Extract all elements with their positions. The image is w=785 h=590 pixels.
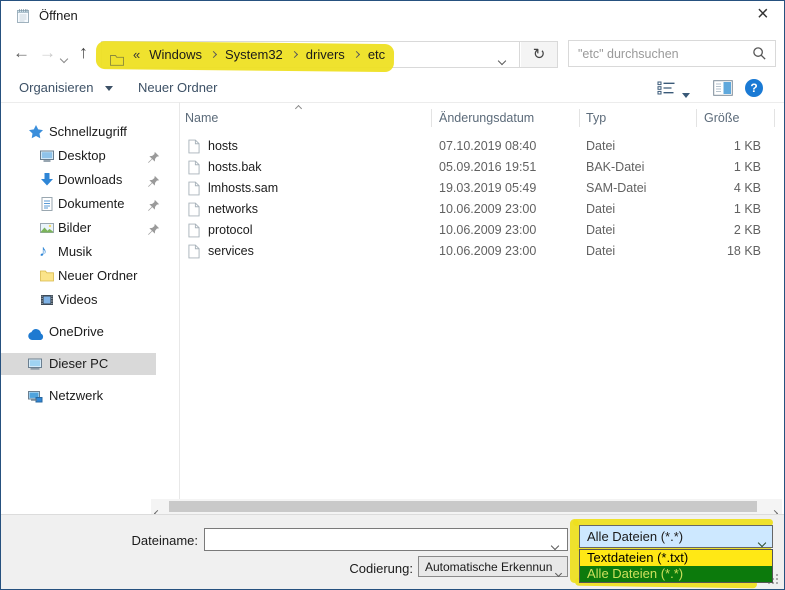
horizontal-scrollbar[interactable] (151, 499, 782, 514)
preview-pane-icon[interactable] (713, 80, 733, 96)
folder-icon (39, 268, 55, 284)
view-options-arrow-icon[interactable] (682, 86, 690, 101)
music-icon: ♪ (39, 241, 55, 257)
refresh-button[interactable]: ↻ (521, 42, 557, 67)
pin-icon (147, 197, 160, 210)
file-row[interactable]: hosts.bak 05.09.2016 19:51 BAK-Datei 1 K… (181, 157, 781, 178)
scrollbar-thumb[interactable] (169, 501, 757, 512)
column-resize-handle[interactable] (696, 109, 697, 127)
sidebar-divider (179, 102, 180, 514)
search-icon[interactable] (752, 46, 767, 61)
desktop-icon (39, 148, 55, 164)
documents-icon (39, 196, 55, 212)
column-header-type[interactable]: Typ (586, 111, 606, 125)
filetype-dropdown-chevron-icon (759, 534, 765, 549)
file-row[interactable]: lmhosts.sam 19.03.2019 05:49 SAM-Datei 4… (181, 178, 781, 199)
column-header-size[interactable]: Größe (704, 111, 739, 125)
folder-icon (110, 49, 124, 61)
filetype-highlight-marker (570, 519, 579, 583)
new-folder-button[interactable]: Neuer Ordner (138, 80, 217, 95)
footer-panel: Dateiname: Codierung: Automatische Erken… (1, 514, 784, 590)
organize-dropdown-arrow-icon (105, 86, 113, 91)
help-button[interactable]: ? (745, 79, 763, 97)
address-bar[interactable]: « Windows System32 drivers etc ↻ (101, 41, 558, 68)
breadcrumb-item-windows[interactable]: Windows (149, 42, 202, 67)
downloads-icon (39, 172, 55, 188)
filetype-selected-value: Alle Dateien (*.*) (587, 529, 683, 544)
file-row[interactable]: networks 10.06.2009 23:00 Datei 1 KB (181, 199, 781, 220)
filename-dropdown-chevron-icon[interactable] (552, 537, 558, 552)
organize-button[interactable]: Organisieren (19, 80, 113, 95)
breadcrumb-item-system32[interactable]: System32 (225, 42, 283, 67)
filetype-option-textfiles[interactable]: Textdateien (*.txt) (580, 550, 772, 566)
breadcrumb-overflow[interactable]: « (133, 42, 140, 67)
filetype-option-allfiles[interactable]: Alle Dateien (*.*) (580, 566, 772, 582)
search-placeholder: "etc" durchsuchen (578, 47, 679, 61)
breadcrumb: « Windows System32 drivers etc (110, 42, 385, 67)
column-header-row: Name Änderungsdatum Typ Größe (181, 105, 781, 131)
search-box[interactable]: "etc" durchsuchen (568, 40, 776, 67)
videos-icon (39, 292, 55, 308)
pin-icon (147, 221, 160, 234)
window-title: Öffnen (39, 8, 78, 23)
filetype-option-list: Textdateien (*.txt) Alle Dateien (*.*) (579, 549, 773, 583)
close-button[interactable]: × (757, 3, 769, 26)
encoding-dropdown[interactable]: Automatische Erkennun (418, 556, 568, 577)
breadcrumb-item-drivers[interactable]: drivers (306, 42, 345, 67)
this-pc-icon (27, 356, 43, 372)
network-icon (27, 388, 43, 404)
breadcrumb-separator-icon (210, 51, 217, 58)
back-button[interactable]: ← (13, 43, 30, 63)
breadcrumb-separator-icon (291, 51, 298, 58)
view-list-icon[interactable] (657, 81, 676, 95)
address-bar-divider (519, 42, 520, 67)
column-header-date[interactable]: Änderungsdatum (439, 111, 534, 125)
file-icon (188, 244, 200, 266)
filetype-dropdown[interactable]: Alle Dateien (*.*) (579, 525, 773, 548)
pin-icon (147, 173, 160, 186)
encoding-dropdown-chevron-icon (556, 564, 561, 579)
filename-label: Dateiname: (101, 533, 198, 548)
pin-icon (147, 149, 160, 162)
forward-button[interactable]: → (39, 43, 56, 63)
file-row[interactable]: hosts 07.10.2019 08:40 Datei 1 KB (181, 136, 781, 157)
open-file-dialog: Öffnen × ← → ↑ « Windows System32 driver… (0, 0, 785, 590)
file-row[interactable]: protocol 10.06.2009 23:00 Datei 2 KB (181, 220, 781, 241)
recent-locations-chevron-icon[interactable] (61, 50, 67, 65)
up-button[interactable]: ↑ (79, 42, 88, 63)
column-header-name[interactable]: Name (185, 111, 218, 125)
breadcrumb-item-etc[interactable]: etc (368, 42, 385, 67)
notepad-icon (15, 8, 31, 24)
column-resize-handle[interactable] (431, 109, 432, 127)
file-row[interactable]: services 10.06.2009 23:00 Datei 18 KB (181, 241, 781, 262)
toolbar: Organisieren Neuer Ordner ? (1, 73, 784, 103)
encoding-label: Codierung: (331, 561, 413, 576)
breadcrumb-separator-icon (353, 51, 360, 58)
column-resize-handle[interactable] (774, 109, 775, 127)
column-resize-handle[interactable] (579, 109, 580, 127)
sort-ascending-icon (296, 99, 301, 114)
onedrive-cloud-icon (27, 326, 43, 342)
pictures-icon (39, 220, 55, 236)
filename-combobox[interactable] (204, 528, 568, 551)
quick-access-star-icon (28, 124, 44, 140)
filename-input[interactable] (208, 530, 542, 550)
address-dropdown-chevron-icon[interactable] (499, 52, 505, 67)
